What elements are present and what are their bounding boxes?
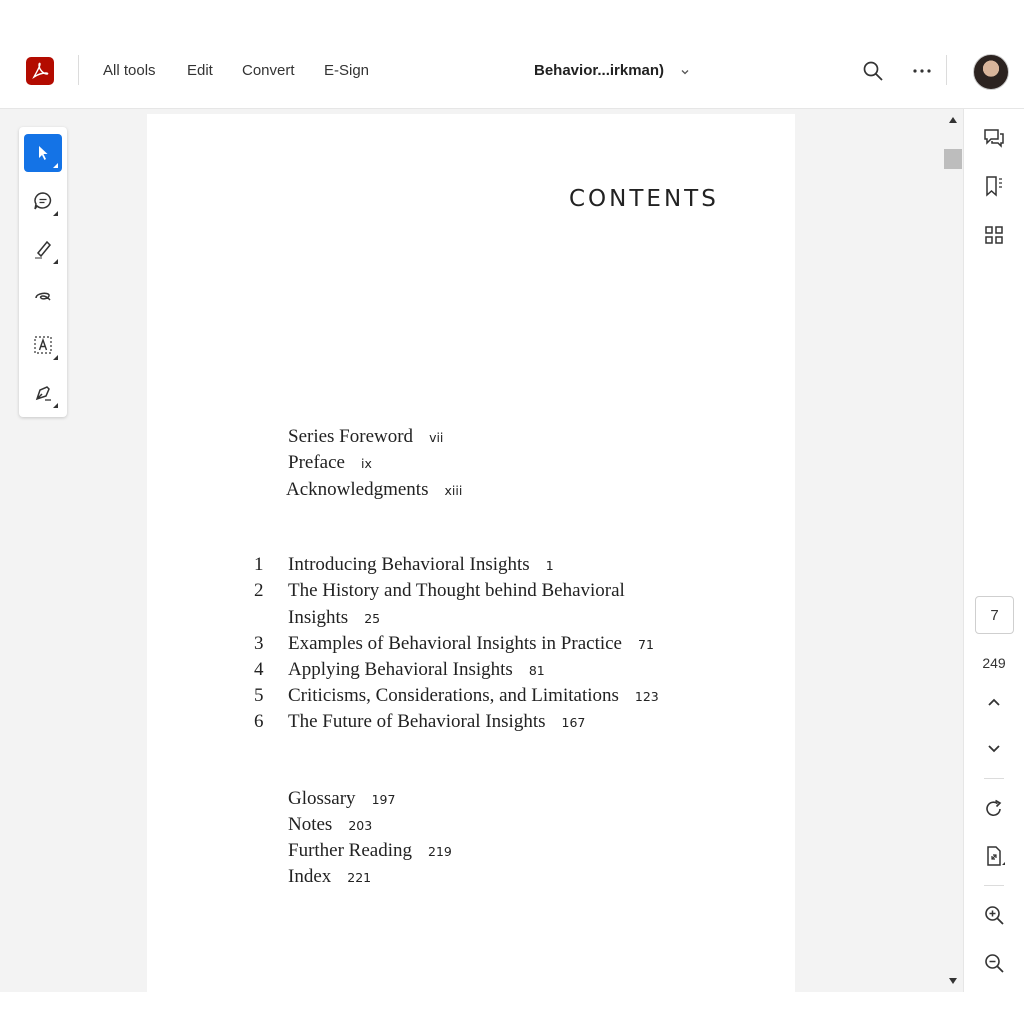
toc-entry-title: Examples of Behavioral Insights in Pract… <box>288 633 622 654</box>
toc-entry-title: Index <box>288 866 332 887</box>
search-icon[interactable] <box>860 58 886 84</box>
toc-entry-title: Notes <box>288 814 333 835</box>
zoom-out-icon[interactable] <box>980 949 1008 977</box>
sign-tool-button[interactable] <box>24 374 62 412</box>
more-icon[interactable] <box>908 58 936 84</box>
highlighter-icon <box>35 240 52 259</box>
bookmark-icon[interactable] <box>980 172 1008 200</box>
toc-entry-title: The History and Thought behind Behaviora… <box>288 580 625 601</box>
toc-entry-title: Further Reading <box>288 840 413 861</box>
toc-entry: Preface ix <box>288 452 372 474</box>
divider <box>984 885 1004 886</box>
toc-entry-page: vii <box>429 430 444 445</box>
toc-entry-title: Series Foreword <box>288 426 414 447</box>
current-page-input[interactable]: 7 <box>975 596 1014 634</box>
highlight-tool-button[interactable] <box>24 230 62 268</box>
toc-entry-page: xiii <box>444 483 463 498</box>
toc-entry-title: Introducing Behavioral Insights <box>288 554 530 575</box>
toc-entry-title: Preface <box>288 452 345 473</box>
nav-e-sign[interactable]: E-Sign <box>324 62 369 79</box>
toc-entry-page: 25 <box>364 611 381 626</box>
nav-all-tools[interactable]: All tools <box>103 62 156 79</box>
text-box-tool-button[interactable] <box>24 326 62 364</box>
scroll-down-arrow-icon[interactable] <box>946 975 960 987</box>
toc-entry: Criticisms, Considerations, and Limitati… <box>288 685 659 707</box>
freehand-icon <box>35 292 51 301</box>
toc-entry-title: Insights <box>288 607 349 628</box>
toc-entry-page: 167 <box>561 715 586 730</box>
toc-entry-page: 219 <box>428 844 452 859</box>
divider <box>984 778 1004 779</box>
chapter-number: 1 <box>254 554 264 575</box>
toc-entry-title: Criticisms, Considerations, and Limitati… <box>288 685 619 706</box>
toc-entry-page: 203 <box>348 818 373 833</box>
comments-panel-icon[interactable] <box>980 124 1008 152</box>
comment-tool-button[interactable] <box>24 182 62 220</box>
toc-entry: The Future of Behavioral Insights 167 <box>288 711 585 733</box>
document-title[interactable]: Behavior...irkman) <box>534 62 664 79</box>
chapter-number: 2 <box>254 580 264 601</box>
toc-entry: Applying Behavioral Insights 81 <box>288 659 545 681</box>
toc-entry-continued: Insights 25 <box>288 607 380 629</box>
scroll-up-arrow-icon[interactable] <box>946 114 960 126</box>
toc-entry-page: 81 <box>528 663 545 678</box>
toc-entry: Index 221 <box>288 866 371 888</box>
toc-entry-title: Applying Behavioral Insights <box>288 659 513 680</box>
cursor-icon <box>39 146 48 160</box>
top-toolbar: All tools Edit Convert E-Sign Behavior..… <box>0 36 1024 109</box>
text-box-icon <box>34 336 52 354</box>
toc-entry-page: 221 <box>347 870 372 885</box>
next-page-chevron-down-icon[interactable] <box>982 737 1006 761</box>
comment-icon <box>34 192 52 210</box>
page-thumbnails-icon[interactable] <box>980 221 1008 249</box>
acrobat-logo-icon[interactable] <box>26 57 54 85</box>
pdf-page <box>147 114 795 992</box>
toc-entry-page: 197 <box>371 792 396 807</box>
divider <box>78 55 79 85</box>
fit-page-icon[interactable] <box>980 842 1008 870</box>
chapter-number: 4 <box>254 659 264 680</box>
pen-sign-icon <box>35 386 51 401</box>
toc-entry: Acknowledgments xiii <box>286 479 462 501</box>
toc-entry: The History and Thought behind Behaviora… <box>288 580 625 602</box>
rotate-icon[interactable] <box>980 795 1008 823</box>
toc-entry: Series Foreword vii <box>288 426 443 448</box>
chevron-down-icon[interactable] <box>680 64 690 82</box>
zoom-in-icon[interactable] <box>980 901 1008 929</box>
chapter-number: 6 <box>254 711 264 732</box>
toc-entry: Notes 203 <box>288 814 372 836</box>
toc-entry-title: Acknowledgments <box>286 479 429 500</box>
toc-entry-title: The Future of Behavioral Insights <box>288 711 546 732</box>
nav-convert[interactable]: Convert <box>242 62 295 79</box>
divider <box>946 55 947 85</box>
nav-edit[interactable]: Edit <box>187 62 213 79</box>
toc-entry-title: Glossary <box>288 788 356 809</box>
toc-entry: Examples of Behavioral Insights in Pract… <box>288 633 654 655</box>
toc-entry-page: ix <box>360 456 372 471</box>
toc-entry: Glossary 197 <box>288 788 395 810</box>
select-tool-button[interactable] <box>24 134 62 172</box>
draw-tool-button[interactable] <box>24 278 62 316</box>
toc-entry-page: 71 <box>638 637 654 652</box>
toc-entry-page: 123 <box>634 689 659 704</box>
quick-tools-rail <box>19 127 67 417</box>
scrollbar-thumb[interactable] <box>944 149 962 169</box>
page-heading: CONTENTS <box>569 186 719 212</box>
previous-page-chevron-up-icon[interactable] <box>982 690 1006 714</box>
vertical-scrollbar[interactable] <box>943 109 963 992</box>
toc-entry-page: 1 <box>545 558 554 573</box>
toc-entry: Further Reading 219 <box>288 840 452 862</box>
chapter-number: 3 <box>254 633 264 654</box>
chapter-number: 5 <box>254 685 264 706</box>
toc-entry: Introducing Behavioral Insights 1 <box>288 554 554 576</box>
total-pages: 249 <box>982 655 1006 671</box>
avatar[interactable] <box>973 54 1009 90</box>
